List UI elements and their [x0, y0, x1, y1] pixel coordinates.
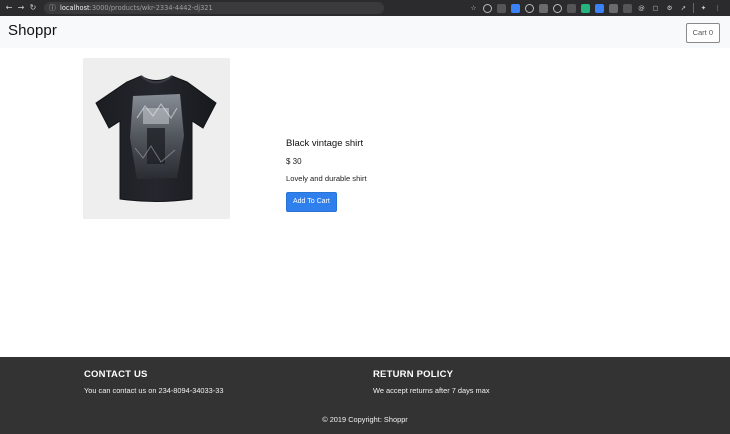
- cart-button[interactable]: Cart 0: [685, 23, 720, 43]
- product-price: $ 30: [286, 157, 302, 166]
- extensions-puzzle-icon[interactable]: ✦: [699, 4, 708, 13]
- extension-circle-icon[interactable]: [483, 3, 492, 13]
- url-path: :3000/products/wkr-2334-4442-dj321: [89, 4, 213, 12]
- extension-dark-icon[interactable]: [567, 3, 576, 13]
- product-details: Black vintage shirt $ 30 Lovely and dura…: [286, 138, 367, 212]
- back-arrow-icon[interactable]: ←: [3, 0, 15, 16]
- contact-heading: CONTACT US: [84, 369, 148, 380]
- menu-kebab-icon[interactable]: ⋮: [713, 4, 722, 13]
- contact-text: You can contact us on 234-8094-34033-33: [84, 386, 224, 395]
- product-image: [83, 58, 230, 219]
- extension-arrow-icon[interactable]: ➚: [679, 4, 688, 13]
- contact-section: CONTACT US You can contact us on 234-809…: [84, 369, 223, 396]
- extension-at-icon[interactable]: @: [637, 4, 646, 13]
- copyright-text: © 2019 Copyright: Shoppr: [322, 415, 408, 424]
- info-icon[interactable]: ⓘ: [49, 3, 56, 13]
- app-navbar: Shoppr Cart 0: [0, 16, 730, 48]
- extension-blue-icon[interactable]: [511, 3, 520, 13]
- tshirt-image: [95, 75, 217, 202]
- reload-icon[interactable]: ↻: [27, 0, 39, 16]
- extension-badge-icon[interactable]: [595, 3, 604, 13]
- extension-round-icon[interactable]: [553, 3, 562, 13]
- toolbar-divider: [693, 3, 694, 13]
- product-name: Black vintage shirt: [286, 138, 364, 149]
- extension-s-icon[interactable]: [623, 3, 632, 13]
- folder-icon[interactable]: [609, 3, 618, 13]
- extension-toolbar: ☆ @ ▢ ⚙ ➚ ✦ ⋮: [469, 2, 722, 14]
- bookmark-star-icon[interactable]: ☆: [469, 4, 478, 13]
- browser-toolbar: ← → ↻ ⓘ localhost:3000/products/wkr-2334…: [0, 0, 730, 16]
- site-footer: CONTACT US You can contact us on 234-809…: [0, 357, 730, 434]
- forward-arrow-icon[interactable]: →: [15, 0, 27, 16]
- brand-logo[interactable]: Shoppr: [8, 22, 57, 39]
- url-host: localhost: [60, 4, 90, 12]
- return-policy-section: RETURN POLICY We accept returns after 7 …: [373, 369, 490, 396]
- pocket-icon[interactable]: [497, 3, 506, 13]
- product-description: Lovely and durable shirt: [286, 174, 367, 183]
- extension-gray-icon[interactable]: [539, 3, 548, 13]
- extension-square-icon[interactable]: ▢: [651, 4, 660, 13]
- extension-ring-icon[interactable]: [525, 3, 534, 13]
- return-policy-heading: RETURN POLICY: [373, 369, 454, 380]
- extension-green-icon[interactable]: [581, 3, 590, 13]
- return-policy-text: We accept returns after 7 days max: [373, 386, 490, 395]
- add-to-cart-button[interactable]: Add To Cart: [286, 192, 337, 212]
- settings-gear-icon[interactable]: ⚙: [665, 4, 674, 13]
- address-bar[interactable]: ⓘ localhost:3000/products/wkr-2334-4442-…: [44, 2, 384, 14]
